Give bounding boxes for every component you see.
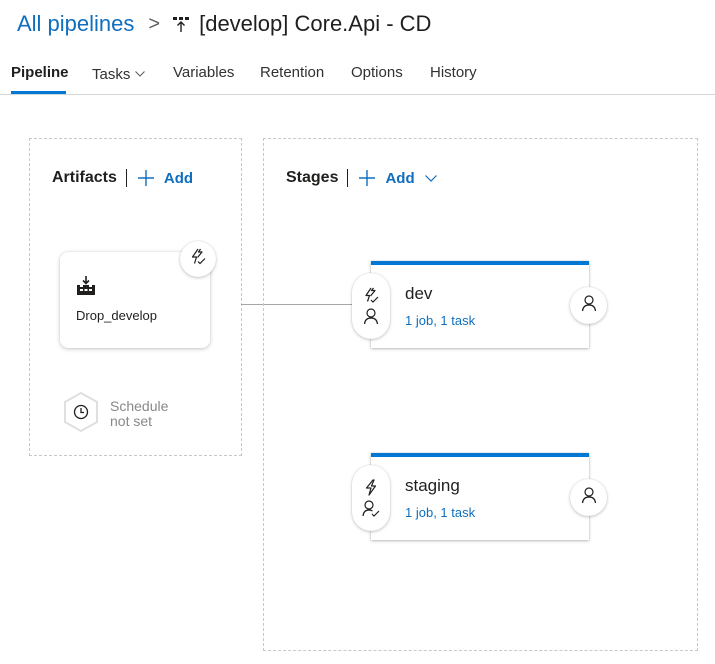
artifact-name: Drop_develop [76,308,157,323]
plus-icon [137,170,154,186]
schedule-button[interactable]: Schedule not set [62,391,168,438]
page-title: [develop] Core.Api - CD [199,11,432,36]
tab-tasks-label: Tasks [92,66,131,83]
pre-deployment-conditions [352,273,390,339]
continuous-deployment-trigger-button[interactable] [180,241,216,277]
active-tab-indicator [11,91,66,94]
stage-summary-link[interactable]: 1 job, 1 task [405,505,475,520]
post-deployment-approvals-button[interactable] [570,479,607,516]
person-icon [581,294,597,317]
artifacts-title: Artifacts [52,169,117,186]
divider [125,169,127,187]
schedule-line-2: not set [110,412,153,429]
trigger-icon[interactable] [363,287,379,304]
add-artifact-button[interactable]: Add [137,169,193,187]
divider [347,169,349,187]
clock-icon [62,391,100,438]
stages-section [263,138,698,651]
person-check-icon[interactable] [362,500,380,517]
person-icon [581,486,597,509]
schedule-line-1: Schedule [110,397,169,414]
tab-options[interactable]: Options [351,64,403,81]
artifacts-header: Artifacts Add [52,169,193,187]
stage-card-dev[interactable]: dev 1 job, 1 task [371,261,589,348]
breadcrumb: All pipelines > [develop] Core.Api - CD [17,8,431,40]
tab-tasks[interactable]: Tasks [92,64,146,83]
plus-icon [359,170,376,186]
post-deployment-approvals-button[interactable] [570,287,607,324]
add-artifact-label: Add [163,169,194,187]
add-stage-button[interactable]: Add [358,169,437,187]
tab-retention[interactable]: Retention [260,64,324,81]
tab-bar: Pipeline Tasks Variables Retention Optio… [0,58,715,95]
chevron-down-icon [424,174,437,182]
continuous-deployment-trigger-icon [189,248,207,271]
stages-title: Stages [286,169,339,186]
lightning-icon[interactable] [363,479,379,496]
schedule-status: Schedule not set [110,397,169,429]
stage-name: dev [405,284,433,303]
tab-history[interactable]: History [430,64,477,81]
stage-summary-link[interactable]: 1 job, 1 task [405,313,475,328]
chevron-down-icon [135,64,146,81]
build-artifact-icon [76,276,96,301]
stage-name: staging [405,476,460,495]
release-pipeline-icon [172,13,190,35]
stages-header: Stages Add [286,169,437,187]
stage-card-staging[interactable]: staging 1 job, 1 task [371,453,589,540]
breadcrumb-separator: > [148,12,161,35]
tab-variables[interactable]: Variables [173,64,234,81]
all-pipelines-link[interactable]: All pipelines [17,11,134,37]
person-icon[interactable] [363,308,379,325]
tab-pipeline[interactable]: Pipeline [11,64,69,81]
add-stage-label: Add [385,169,415,187]
pre-deployment-conditions [352,465,390,531]
